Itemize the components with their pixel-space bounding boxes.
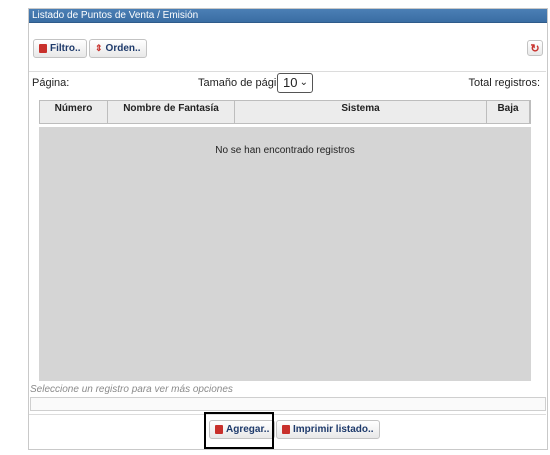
- selection-hint: Seleccione un registro para ver más opci…: [30, 384, 233, 395]
- table-header: Número Nombre de Fantasía Sistema Baja: [39, 100, 531, 124]
- filter-button-label: Filtro..: [50, 43, 81, 54]
- chevron-down-icon: ⌄: [299, 77, 308, 88]
- toolbar-divider: [29, 71, 546, 72]
- order-button[interactable]: ⇕ Orden..: [89, 39, 147, 58]
- pager-bar: Página: Tamaño de página: 10 ⌄ Total reg…: [29, 73, 546, 93]
- add-button-highlight-box: [204, 412, 274, 449]
- table-body: No se han encontrado registros: [39, 127, 531, 381]
- column-header-sistema[interactable]: Sistema: [235, 101, 487, 123]
- sort-icon: ⇕: [95, 43, 103, 53]
- total-records-label: Total registros:: [468, 77, 540, 89]
- column-header-nombre-fantasia[interactable]: Nombre de Fantasía: [108, 101, 235, 123]
- printer-icon: [282, 425, 290, 434]
- empty-message: No se han encontrado registros: [215, 145, 355, 156]
- selection-options-area: [30, 397, 546, 411]
- footer-divider: [29, 414, 546, 415]
- page-size-select[interactable]: 10 ⌄: [277, 73, 313, 93]
- page-size-value: 10: [283, 75, 298, 90]
- order-button-label: Orden..: [105, 43, 141, 54]
- page-label: Página:: [32, 77, 70, 89]
- list-panel: Listado de Puntos de Venta / Emisión Fil…: [28, 8, 548, 450]
- column-header-baja[interactable]: Baja: [487, 101, 530, 123]
- column-header-numero[interactable]: Número: [40, 101, 108, 123]
- refresh-button[interactable]: ↻: [527, 40, 543, 56]
- print-list-button-label: Imprimir listado..: [293, 424, 374, 435]
- panel-title: Listado de Puntos de Venta / Emisión: [29, 9, 547, 23]
- print-list-button[interactable]: Imprimir listado..: [276, 420, 380, 439]
- filter-icon: [39, 44, 47, 53]
- filter-button[interactable]: Filtro..: [33, 39, 87, 58]
- refresh-icon: ↻: [530, 42, 540, 55]
